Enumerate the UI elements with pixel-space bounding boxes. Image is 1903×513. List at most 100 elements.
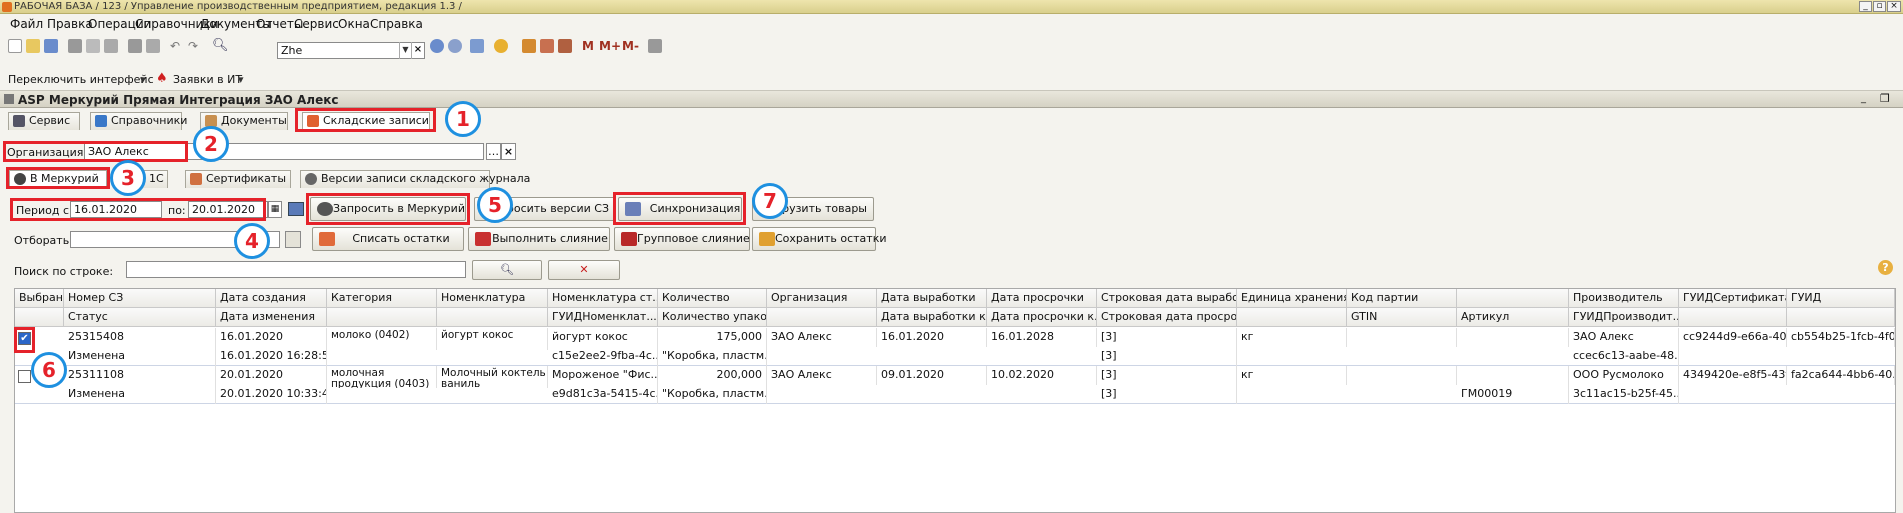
table-row[interactable]: ✔ 25315408 16.01.2020 молоко (0402) йогурт к…	[15, 328, 1895, 366]
table-cell[interactable]	[1347, 328, 1457, 347]
column-header[interactable]: Выбран	[15, 289, 64, 308]
new-icon[interactable]	[8, 39, 22, 53]
table-cell[interactable]: cb554b25-1fcb-4f0...	[1787, 328, 1895, 347]
merge-button[interactable]: Выполнить слияние	[468, 227, 610, 251]
column-header[interactable]: Артикул	[1457, 308, 1569, 327]
column-header[interactable]	[1679, 308, 1787, 327]
tab-service[interactable]: Сервис	[8, 112, 80, 130]
table-cell[interactable]: c15e2ee2-9fba-4c...	[548, 347, 658, 366]
clear-icon[interactable]: ×	[501, 143, 516, 160]
column-header[interactable]	[15, 308, 64, 327]
filter-list-icon[interactable]	[285, 231, 301, 248]
table-cell[interactable]: 09.01.2020	[877, 366, 987, 385]
tab-journal-versions[interactable]: Версии записи складского журнала	[300, 170, 530, 188]
redo-icon[interactable]: ↷	[188, 39, 202, 53]
switch-interface-button[interactable]: Переключить интерфейс	[8, 73, 154, 86]
column-header[interactable]: Статус	[64, 308, 216, 327]
copy-icon[interactable]	[86, 39, 100, 53]
table-cell[interactable]	[1457, 366, 1569, 385]
row-checkbox[interactable]	[18, 370, 31, 383]
undo-icon[interactable]: ↶	[170, 39, 184, 53]
select-button[interactable]: …	[486, 143, 501, 160]
calendar-icon[interactable]	[540, 39, 554, 53]
table-cell[interactable]: [3]	[1097, 385, 1237, 404]
table-cell[interactable]: ccec6c13-aabe-48...	[1569, 347, 1679, 366]
tab-certificates[interactable]: Сертификаты	[185, 170, 291, 188]
calendar-icon[interactable]: ▦	[268, 201, 282, 218]
table-cell[interactable]: [3]	[1097, 328, 1237, 347]
column-header[interactable]	[1237, 308, 1347, 327]
preview-icon[interactable]	[146, 39, 160, 53]
column-header[interactable]	[327, 308, 437, 327]
column-header[interactable]: Организация	[767, 289, 877, 308]
column-header[interactable]: Количество	[658, 289, 767, 308]
column-header[interactable]: Дата просрочки	[987, 289, 1097, 308]
search-input[interactable]: Zhe	[281, 44, 302, 57]
tools-icon[interactable]	[648, 39, 662, 53]
windows-icon[interactable]	[470, 39, 484, 53]
table-cell[interactable]: 10.02.2020	[987, 366, 1097, 385]
table-cell[interactable]: молочная продукция (0403)	[327, 366, 437, 388]
table-cell[interactable]: 4349420e-e8f5-43f...	[1679, 366, 1787, 385]
memory-minus-button[interactable]: M-	[622, 39, 639, 53]
maximize-button[interactable]: ▫	[1873, 1, 1886, 12]
table-cell[interactable]: 20.01.2020	[216, 366, 327, 385]
column-header[interactable]: ГУИДСертификата	[1679, 289, 1787, 308]
info-icon[interactable]	[494, 39, 508, 53]
column-header[interactable]	[1787, 308, 1895, 327]
column-header[interactable]: Дата выработки	[877, 289, 987, 308]
memory-plus-button[interactable]: M+	[599, 39, 621, 53]
menu-windows[interactable]: Окна	[338, 17, 370, 31]
clear-icon[interactable]: ×	[411, 42, 424, 59]
table-cell[interactable]: [3]	[1097, 366, 1237, 385]
menu-edit[interactable]: Правка	[47, 17, 93, 31]
group-merge-button[interactable]: Групповое слияние	[614, 227, 750, 251]
form-minimize-button[interactable]: _	[1861, 93, 1866, 104]
close-button[interactable]: ×	[1887, 1, 1901, 12]
table-cell[interactable]: ЗАО Алекс	[767, 328, 877, 347]
table-cell[interactable]	[1457, 328, 1569, 347]
period-icon[interactable]	[288, 202, 304, 216]
column-header[interactable]: Номенклатура ст...	[548, 289, 658, 308]
table-cell[interactable]: йогурт кокос	[548, 328, 658, 347]
table-cell[interactable]: ЗАО Алекс	[767, 366, 877, 385]
table-cell[interactable]: йогурт кокос	[437, 328, 548, 350]
column-header[interactable]: Дата изменения	[216, 308, 327, 327]
table-cell[interactable]: кг	[1237, 328, 1347, 347]
table-cell[interactable]: Мороженое "Фис...	[548, 366, 658, 385]
save-icon[interactable]	[44, 39, 58, 53]
memory-button[interactable]: M	[582, 39, 594, 53]
table-cell[interactable]: 175,000	[658, 328, 767, 347]
table-cell[interactable]: ГМ00019	[1457, 385, 1569, 404]
save-rest-button[interactable]: Сохранить остатки	[752, 227, 887, 251]
menu-help[interactable]: Справка	[370, 17, 423, 31]
table-cell[interactable]: Молочный коктель ваниль	[437, 366, 548, 388]
print-icon[interactable]	[128, 39, 142, 53]
table-cell[interactable]: 16.01.2020 16:28:50	[216, 347, 327, 366]
find-next-icon[interactable]	[430, 39, 444, 53]
table-cell[interactable]: молоко (0402)	[327, 328, 437, 350]
search-button[interactable]: 🔍︎	[472, 260, 542, 280]
column-header[interactable]: Строковая дата вырабо...	[1097, 289, 1237, 308]
column-header[interactable]: Категория	[327, 289, 437, 308]
writeoff-button[interactable]: Списать остатки	[312, 227, 464, 251]
table-cell[interactable]: e9d81c3a-5415-4c...	[548, 385, 658, 404]
table-row[interactable]: 25311108 20.01.2020 молочная продукция (04…	[15, 366, 1895, 404]
column-header[interactable]: GTIN	[1347, 308, 1457, 327]
data-table[interactable]: Выбран Номер СЗ Дата создания Категория Номе…	[14, 288, 1896, 513]
tab-references[interactable]: Справочники	[90, 112, 187, 130]
table-cell[interactable]: Изменена	[64, 385, 216, 404]
column-header[interactable]: ГУИДНоменклат...	[548, 308, 658, 327]
minimize-button[interactable]: _	[1859, 1, 1872, 12]
table-cell[interactable]: "Коробка, пластм...	[658, 347, 767, 366]
form-restore-button[interactable]: ❐	[1880, 92, 1890, 105]
cut-icon[interactable]	[68, 39, 82, 53]
table-cell[interactable]: ООО Русмолоко	[1569, 366, 1679, 385]
it-requests-button[interactable]: Заявки в ИТ	[173, 73, 242, 86]
column-header[interactable]	[767, 308, 877, 327]
table-cell[interactable]: cc9244d9-e66a-40...	[1679, 328, 1787, 347]
clear-search-button[interactable]: ✕	[548, 260, 620, 280]
table-cell[interactable]: "Коробка, пластм...	[658, 385, 767, 404]
chevron-down-icon[interactable]: ▾	[140, 73, 146, 86]
column-header[interactable]: Дата просрочки к...	[987, 308, 1097, 327]
